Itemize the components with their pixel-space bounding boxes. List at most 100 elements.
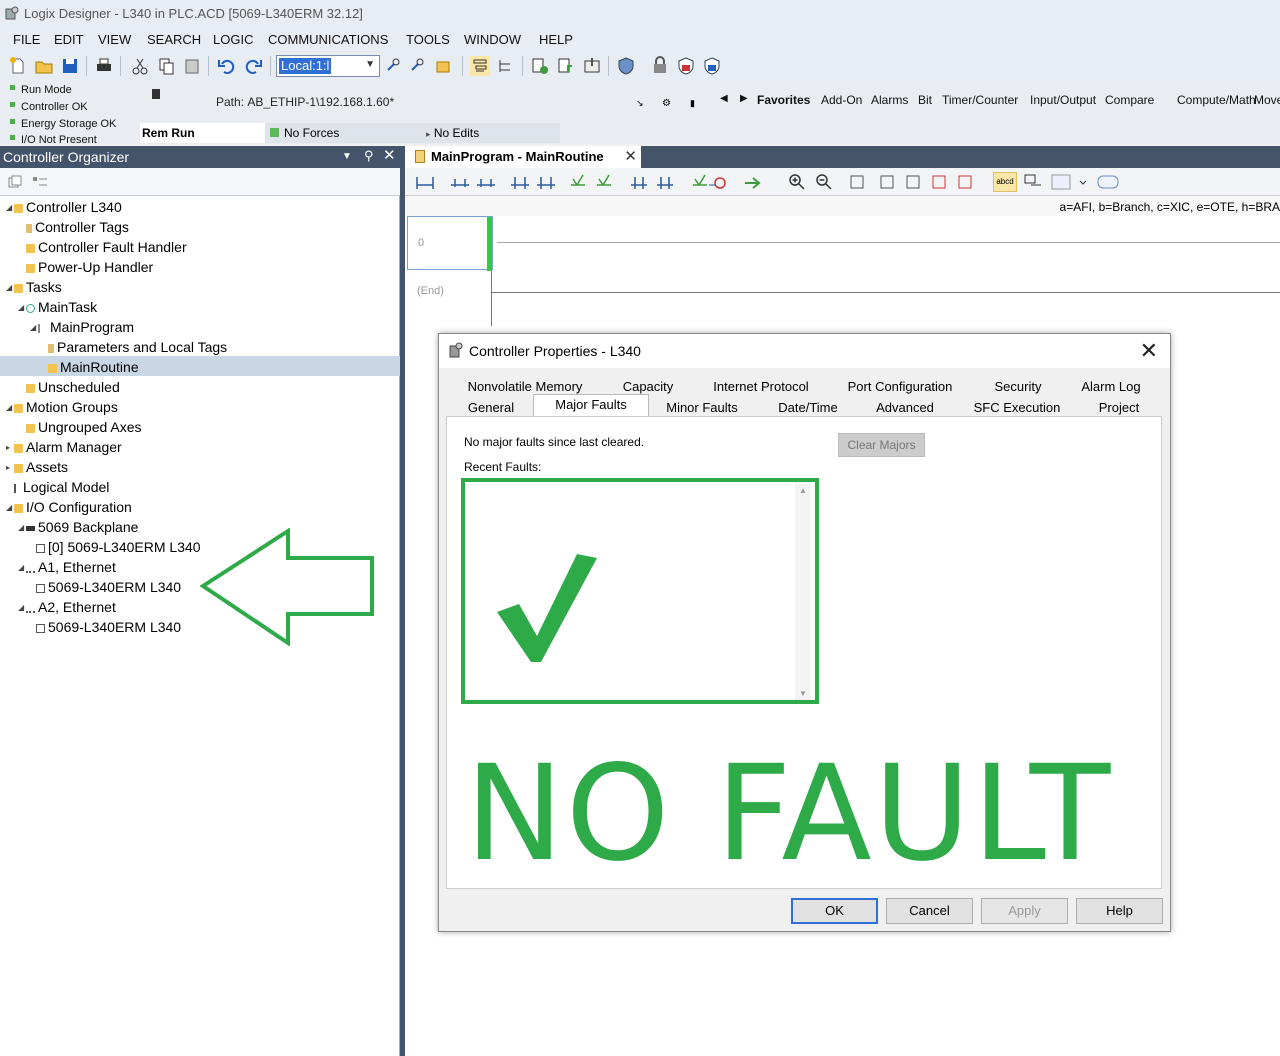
undo-icon[interactable] (216, 56, 236, 76)
tree-controller-fault-handler[interactable]: Controller Fault Handler (26, 238, 187, 256)
menu-tools[interactable]: TOOLS (406, 32, 450, 47)
tree-a2-ethernet[interactable]: A2, Ethernet (26, 598, 116, 616)
palette-tab-move[interactable]: Move (1254, 93, 1280, 107)
network-icon[interactable]: ⚙ (662, 98, 671, 109)
scroll-left-icon[interactable]: ◀ (720, 93, 728, 104)
tree-motion-groups[interactable]: Motion Groups (14, 398, 118, 416)
tree-assets[interactable]: Assets (14, 458, 68, 476)
tab-advanced[interactable]: Advanced (863, 398, 947, 418)
verify-controller-icon[interactable] (496, 56, 516, 76)
menu-window[interactable]: WINDOW (464, 32, 521, 47)
tab-minor-faults[interactable]: Minor Faults (653, 398, 751, 418)
dropdown-icon[interactable]: ▼ (342, 151, 352, 162)
rem-run-mode[interactable]: Rem Run (140, 123, 265, 143)
secure-controller-icon[interactable] (676, 56, 696, 76)
menu-search[interactable]: SEARCH (147, 32, 201, 47)
verify-icon[interactable] (470, 56, 490, 76)
toggle-icons[interactable] (705, 173, 765, 191)
new-file-icon[interactable] (8, 56, 28, 76)
menu-edit[interactable]: EDIT (54, 32, 84, 47)
apply-button[interactable]: Apply (981, 898, 1068, 924)
cancel-button[interactable]: Cancel (886, 898, 973, 924)
tree-unscheduled[interactable]: Unscheduled (26, 378, 120, 396)
tree-ungrouped-axes[interactable]: Ungrouped Axes (26, 418, 142, 436)
palette-tab-bit[interactable]: Bit (918, 93, 932, 107)
copy-icon[interactable] (156, 56, 176, 76)
paste-icon[interactable] (182, 56, 202, 76)
rung-0[interactable]: 0 (407, 216, 493, 271)
tree-controller-tags[interactable]: Controller Tags (26, 218, 129, 236)
help-button[interactable]: Help (1076, 898, 1163, 924)
tree-power-up-handler[interactable]: Power-Up Handler (26, 258, 153, 276)
edits-status[interactable]: ▸ No Edits (426, 126, 479, 140)
clear-majors-button[interactable]: Clear Majors (838, 433, 925, 457)
tab-mainroutine[interactable]: MainProgram - MainRoutine ✕ (405, 146, 641, 168)
tab-internet-protocol[interactable]: Internet Protocol (705, 377, 817, 397)
secure-options-icon[interactable] (702, 56, 722, 76)
ok-button[interactable]: OK (791, 898, 878, 924)
menu-communications[interactable]: COMMUNICATIONS (268, 32, 388, 47)
replace-icon[interactable] (1023, 173, 1043, 191)
tab-security[interactable]: Security (975, 377, 1061, 397)
lock-icon[interactable] (650, 56, 670, 76)
zoom-in-icon[interactable] (788, 173, 806, 191)
tab-date-time[interactable]: Date/Time (763, 398, 853, 418)
view-options-icon[interactable] (32, 175, 48, 189)
security-icon[interactable] (616, 56, 636, 76)
collapse-all-icon[interactable] (8, 175, 22, 189)
path-combo[interactable]: Local:1:l ▼ (276, 55, 380, 77)
cut-icon[interactable] (130, 56, 150, 76)
dialog-close-icon[interactable]: ✕ (1140, 338, 1158, 364)
menu-file[interactable]: FILE (13, 32, 40, 47)
upload-icon[interactable] (556, 56, 576, 76)
tree-a1-controller[interactable]: 5069-L340ERM L340 (36, 578, 181, 596)
tree-maintask[interactable]: MainTask (26, 298, 97, 316)
browse-icon[interactable] (434, 56, 454, 76)
palette-tab-favorites[interactable]: Favorites (757, 93, 810, 107)
zoom-out-icon[interactable] (815, 173, 833, 191)
tab-port-configuration[interactable]: Port Configuration (844, 377, 956, 397)
tree-a1-ethernet[interactable]: A1, Ethernet (26, 558, 116, 576)
tree-mainroutine[interactable]: MainRoutine (48, 358, 139, 376)
palette-tab-alarms[interactable]: Alarms (871, 93, 908, 107)
close-icon[interactable]: ✕ (383, 146, 396, 164)
pin-icon[interactable]: ▮ (690, 98, 695, 109)
tab-major-faults[interactable]: Major Faults (533, 394, 649, 416)
comment-tag-icon[interactable] (1097, 173, 1119, 191)
redo-icon[interactable] (244, 56, 264, 76)
save-icon[interactable] (60, 56, 80, 76)
text-mode-icon[interactable]: abcd (993, 172, 1017, 192)
print-icon[interactable] (94, 56, 114, 76)
path-browse-icon[interactable]: ↘ (636, 98, 644, 109)
palette-tab-compute-math[interactable]: Compute/Math (1177, 93, 1256, 107)
ladder-element-icons[interactable] (415, 173, 715, 191)
tree-logical-model[interactable]: Logical Model (14, 478, 109, 496)
edit-icons[interactable] (849, 173, 979, 191)
palette-tab-add-on[interactable]: Add-On (821, 93, 862, 107)
palette-tab-compare[interactable]: Compare (1105, 93, 1154, 107)
tab-alarm-log[interactable]: Alarm Log (1070, 377, 1152, 397)
tree-io-configuration[interactable]: I/O Configuration (14, 498, 132, 516)
scroll-right-icon[interactable]: ▶ (740, 93, 748, 104)
find-next-icon[interactable] (408, 56, 428, 76)
tree-backplane-slot0-controller[interactable]: [0] 5069-L340ERM L340 (36, 538, 201, 556)
tree-5069-backplane[interactable]: 5069 Backplane (26, 518, 138, 536)
tree-controller[interactable]: Controller L340 (14, 198, 122, 216)
format-dropdown-icon[interactable] (1051, 173, 1091, 191)
recent-faults-list[interactable]: ▲ ▼ (461, 478, 819, 704)
tree-alarm-manager[interactable]: Alarm Manager (14, 438, 122, 456)
tree-tasks[interactable]: Tasks (14, 278, 62, 296)
tree-a2-controller[interactable]: 5069-L340ERM L340 (36, 618, 181, 636)
online-icon[interactable] (530, 56, 550, 76)
menu-view[interactable]: VIEW (98, 32, 131, 47)
close-tab-icon[interactable]: ✕ (624, 147, 637, 165)
faults-scrollbar[interactable]: ▲ ▼ (795, 484, 811, 700)
pin-icon[interactable]: ⚲ (364, 148, 374, 164)
download-icon[interactable] (582, 56, 602, 76)
forces-status[interactable]: No Forces (270, 126, 339, 140)
tab-project[interactable]: Project (1083, 398, 1155, 418)
open-folder-icon[interactable] (34, 56, 54, 76)
menu-logic[interactable]: LOGIC (213, 32, 253, 47)
tree-parameters-local-tags[interactable]: Parameters and Local Tags (48, 338, 227, 356)
tab-general[interactable]: General (455, 398, 527, 418)
